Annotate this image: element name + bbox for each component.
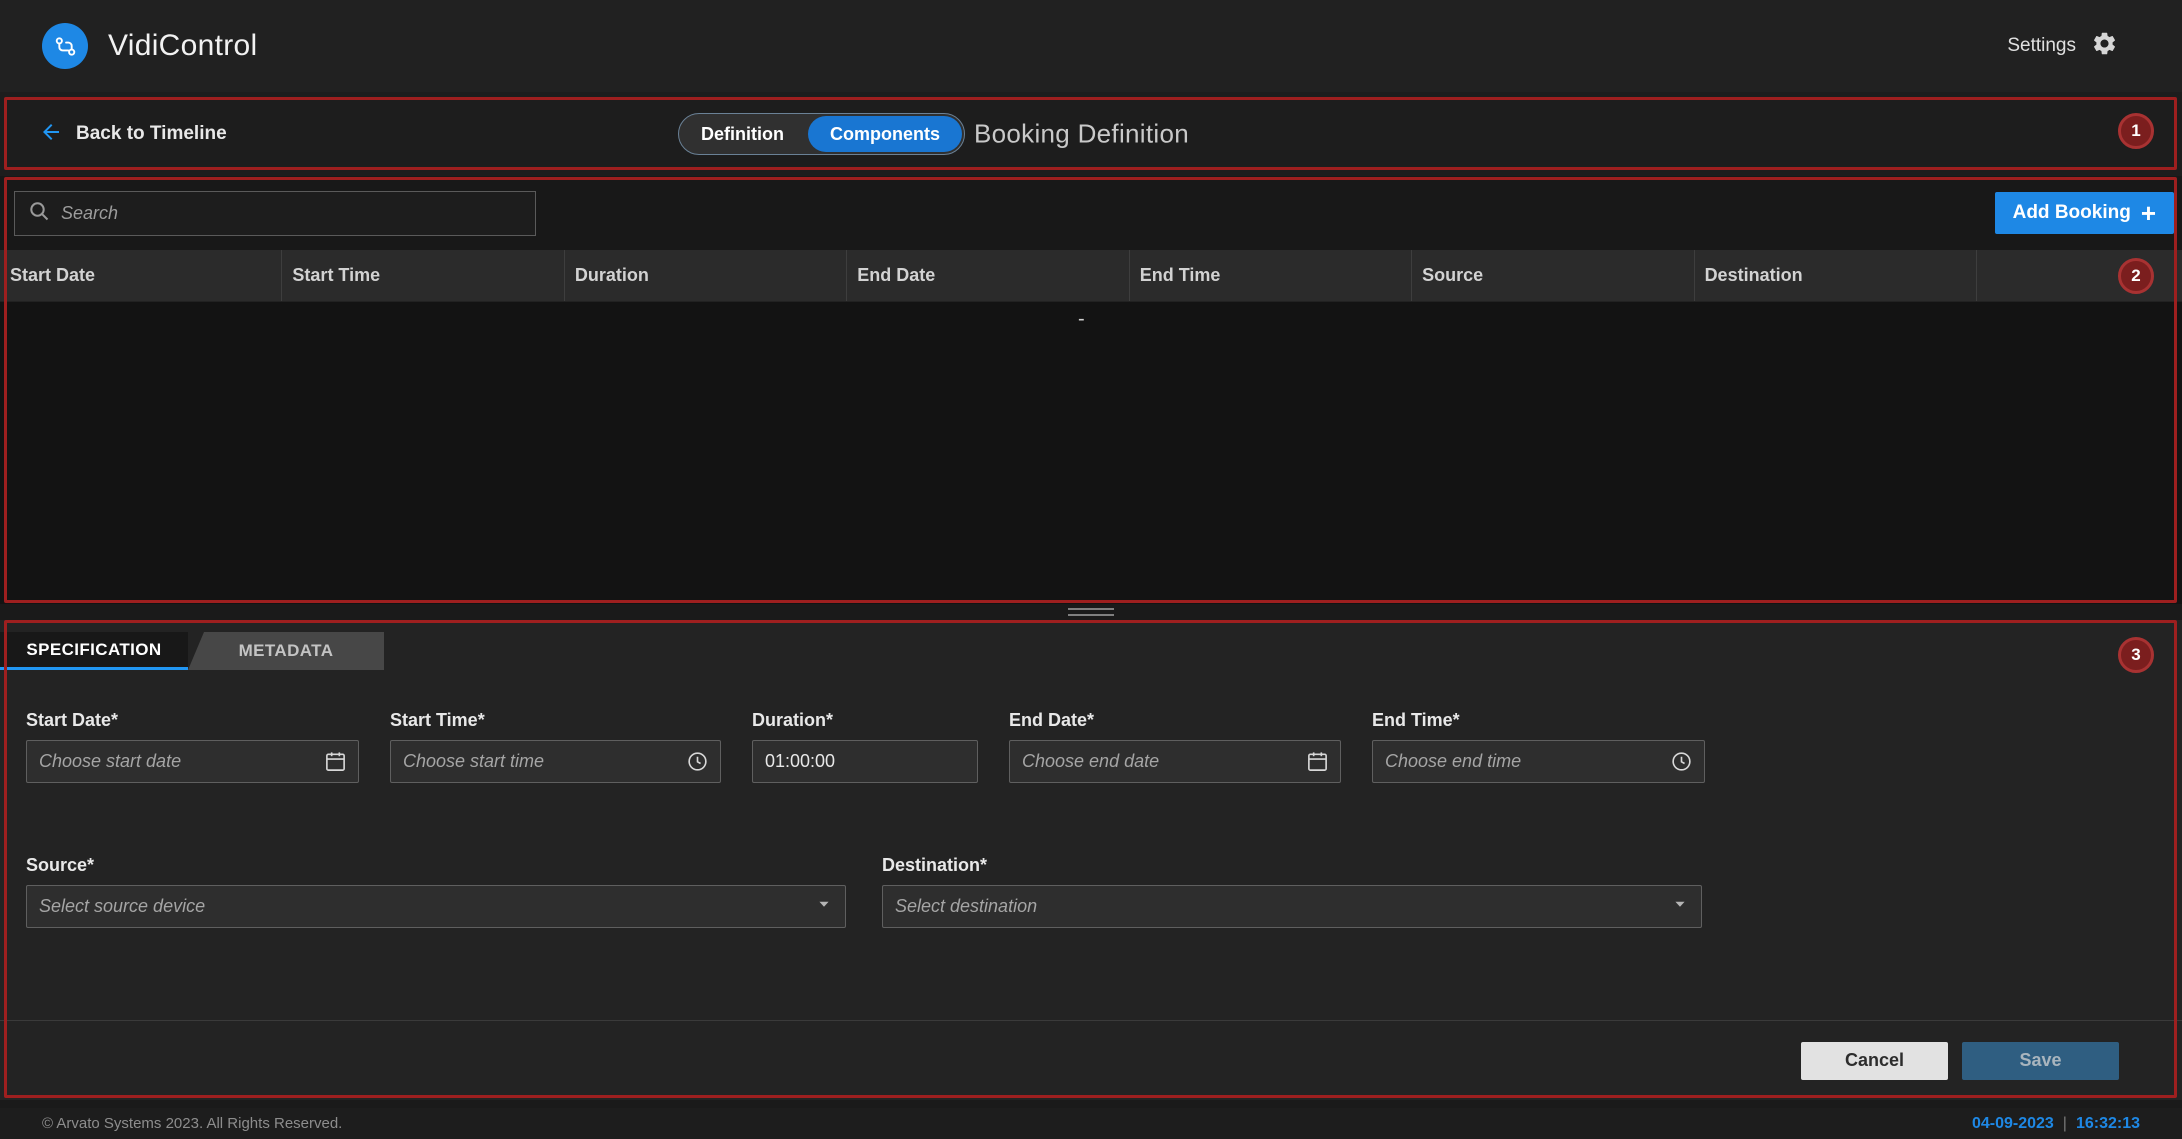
column-header-end-date: End Date (847, 250, 1129, 301)
start-time-input[interactable] (403, 751, 684, 772)
plus-icon: + (2141, 200, 2156, 226)
column-header-actions (1977, 250, 2182, 301)
end-time-input-wrap[interactable] (1372, 740, 1705, 783)
cancel-button[interactable]: Cancel (1801, 1042, 1948, 1080)
back-arrow-icon (39, 120, 63, 149)
add-booking-button[interactable]: Add Booking + (1995, 192, 2174, 234)
app-header: VidiControl Settings (0, 0, 2182, 92)
search-box[interactable] (14, 191, 536, 236)
end-date-field: End Date* (1009, 710, 1341, 783)
bookings-table-header: Start Date Start Time Duration End Date … (0, 250, 2182, 302)
clock-icon[interactable] (1668, 749, 1694, 775)
panel-resize-handle[interactable] (1068, 608, 1114, 616)
column-header-duration: Duration (565, 250, 847, 301)
tab-specification[interactable]: SPECIFICATION (0, 632, 188, 670)
footer-time: 16:32:13 (2076, 1115, 2140, 1133)
footer-datetime: 04-09-2023 | 16:32:13 (1972, 1115, 2140, 1133)
column-header-start-date: Start Date (0, 250, 282, 301)
start-date-input-wrap[interactable] (26, 740, 359, 783)
search-icon (27, 199, 51, 228)
booking-detail-panel: SPECIFICATION METADATA Start Date* Start… (0, 620, 2182, 1100)
source-select[interactable]: Select source device (26, 885, 846, 928)
footer: © Arvato Systems 2023. All Rights Reserv… (0, 1108, 2182, 1139)
form-row-devices: Source* Select source device Destination… (26, 855, 2156, 928)
chevron-down-icon (813, 893, 835, 920)
specification-form: Start Date* Start Time* (0, 710, 2182, 928)
column-header-start-time: Start Time (282, 250, 564, 301)
end-date-input-wrap[interactable] (1009, 740, 1341, 783)
settings-label: Settings (2007, 35, 2076, 57)
start-date-label: Start Date* (26, 710, 359, 732)
back-to-timeline-button[interactable]: Back to Timeline (39, 120, 227, 149)
start-time-input-wrap[interactable] (390, 740, 721, 783)
app-title: VidiControl (108, 29, 258, 63)
source-label: Source* (26, 855, 846, 877)
bookings-table-body: - (0, 302, 2182, 604)
end-time-field: End Time* (1372, 710, 1705, 783)
duration-field: Duration* (752, 710, 978, 783)
tab-metadata[interactable]: METADATA (188, 632, 384, 670)
duration-input[interactable] (765, 751, 967, 772)
toggle-definition[interactable]: Definition (679, 114, 806, 154)
toolbar: Back to Timeline Definition Components B… (0, 92, 2182, 176)
destination-field: Destination* Select destination (882, 855, 1702, 928)
form-actions: Cancel Save (0, 1020, 2182, 1100)
duration-label: Duration* (752, 710, 978, 732)
end-date-label: End Date* (1009, 710, 1341, 732)
start-time-field: Start Time* (390, 710, 721, 783)
end-time-input[interactable] (1385, 751, 1668, 772)
destination-select[interactable]: Select destination (882, 885, 1702, 928)
destination-select-placeholder: Select destination (895, 896, 1037, 917)
end-time-label: End Time* (1372, 710, 1705, 732)
form-row-times: Start Date* Start Time* (26, 710, 2156, 783)
save-button[interactable]: Save (1962, 1042, 2119, 1080)
footer-date: 04-09-2023 (1972, 1115, 2054, 1133)
chevron-down-icon (1669, 893, 1691, 920)
settings-gear-icon (2091, 30, 2118, 62)
calendar-icon[interactable] (1304, 749, 1330, 775)
vidicontrol-logo-icon (42, 23, 88, 69)
footer-separator: | (2063, 1115, 2067, 1133)
add-booking-label: Add Booking (2013, 202, 2131, 224)
search-input[interactable] (61, 203, 523, 224)
empty-list-marker: - (1078, 308, 1085, 331)
destination-label: Destination* (882, 855, 1702, 877)
splitter-row (0, 604, 2182, 620)
column-header-source: Source (1412, 250, 1694, 301)
page-title: Booking Definition (974, 119, 1189, 150)
toggle-components[interactable]: Components (808, 116, 962, 152)
start-time-label: Start Time* (390, 710, 721, 732)
view-toggle: Definition Components (678, 113, 965, 155)
search-row: Add Booking + (0, 176, 2182, 250)
source-field: Source* Select source device (26, 855, 846, 928)
clock-icon[interactable] (684, 749, 710, 775)
start-date-input[interactable] (39, 751, 322, 772)
calendar-icon[interactable] (322, 749, 348, 775)
duration-input-wrap[interactable] (752, 740, 978, 783)
settings-button[interactable]: Settings (2007, 30, 2118, 62)
column-header-end-time: End Time (1130, 250, 1412, 301)
source-select-placeholder: Select source device (39, 896, 205, 917)
brand: VidiControl (42, 23, 258, 69)
bookings-section: Add Booking + Start Date Start Time Dura… (0, 176, 2182, 604)
column-header-destination: Destination (1695, 250, 1977, 301)
copyright-text: © Arvato Systems 2023. All Rights Reserv… (42, 1115, 342, 1132)
detail-tabs: SPECIFICATION METADATA (0, 620, 2182, 670)
back-label: Back to Timeline (76, 123, 227, 145)
start-date-field: Start Date* (26, 710, 359, 783)
end-date-input[interactable] (1022, 751, 1304, 772)
